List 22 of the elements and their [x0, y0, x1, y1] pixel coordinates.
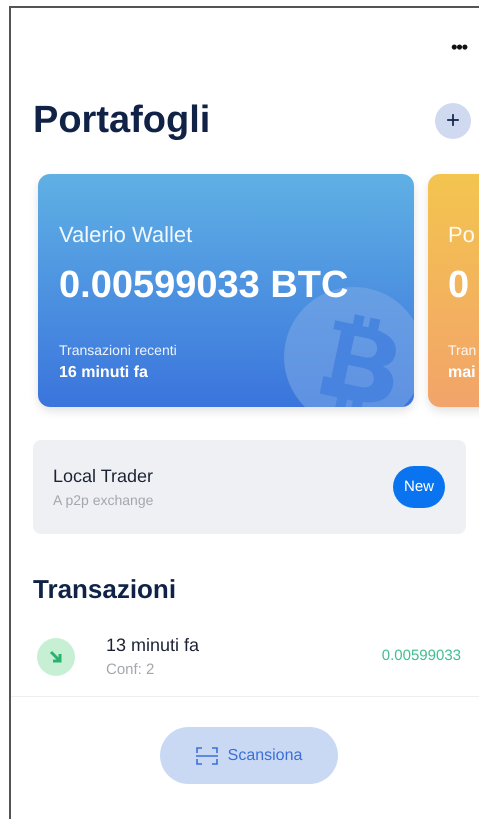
- new-button[interactable]: New: [393, 466, 445, 508]
- section-title: Transazioni: [33, 574, 178, 606]
- more-menu-button[interactable]: •••: [451, 34, 467, 60]
- transaction-row[interactable]: 13 minuti fa Conf: 2 0.00599033: [11, 617, 479, 698]
- scan-icon: [196, 746, 218, 764]
- recent-time: 16 minuti fa: [59, 363, 149, 383]
- wallet-name: Valerio Wallet: [59, 221, 194, 249]
- confirmations-text: Conf: 2: [106, 660, 156, 680]
- wallet-balance: 0: [448, 263, 470, 308]
- wallet-balance: 0.00599033 BTC: [59, 263, 350, 308]
- add-wallet-button[interactable]: +: [435, 103, 471, 139]
- transaction-amount: 0.00599033: [382, 646, 461, 666]
- recent-time: mai: [448, 363, 477, 383]
- promo-title: Local Trader: [53, 465, 154, 488]
- wallet-name: Po: [448, 221, 476, 249]
- page-title: Portafogli: [33, 98, 210, 144]
- recent-label: Tran: [448, 341, 478, 360]
- scan-button[interactable]: Scansiona: [160, 727, 338, 784]
- promo-subtitle: A p2p exchange: [53, 491, 154, 510]
- transaction-time: 13 minuti fa: [106, 634, 200, 657]
- wallet-card[interactable]: Valerio Wallet 0.00599033 BTC Transazioni recenti 16 minuti fa: [38, 174, 414, 407]
- recent-label: Transazioni recenti: [59, 341, 178, 360]
